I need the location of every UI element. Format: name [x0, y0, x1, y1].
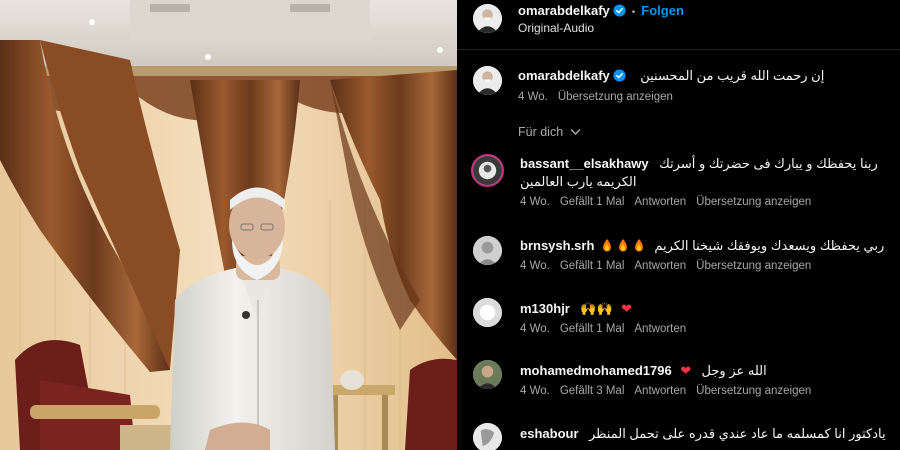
commenter-username[interactable]: brnsysh.srh — [520, 238, 594, 253]
translate-link[interactable]: Übersetzung anzeigen — [696, 385, 811, 397]
chevron-down-icon — [570, 128, 581, 136]
comment-time: 4 Wo. — [520, 260, 550, 272]
fire-emoji-icon — [618, 239, 627, 252]
audio-link[interactable]: Original-Audio — [518, 21, 594, 35]
caption-avatar[interactable] — [473, 66, 502, 95]
caption-translate-link[interactable]: Übersetzung anzeigen — [558, 91, 673, 103]
comment-likes[interactable]: Gefällt 1 Mal — [560, 260, 625, 272]
follow-button[interactable]: Folgen — [641, 3, 684, 18]
separator-dot: • — [631, 7, 636, 18]
video-frame-illustration — [0, 0, 457, 450]
comment-text: ربنا يحفظك و يبارك فى حضرتك و أسرتك — [659, 156, 878, 171]
raised-hands-emoji-icon: 🙌🙌 — [580, 301, 613, 316]
fire-emoji-icon — [634, 239, 643, 252]
verified-badge-icon — [613, 4, 626, 17]
comment-meta: 4 Wo. Gefällt 1 Mal Antworten Übersetzung a… — [520, 260, 821, 272]
comment-meta: 4 Wo. Gefällt 3 Mal Antworten Übersetzung a… — [520, 385, 821, 397]
translate-link[interactable]: Übersetzung anzeigen — [696, 260, 811, 272]
comment-text-continued: الكريمه يارب العالمين — [520, 174, 637, 189]
comment-likes[interactable]: Gefällt 3 Mal — [560, 385, 625, 397]
author-avatar[interactable] — [473, 4, 502, 33]
comments-panel: omarabdelkafy • Folgen Original-Audio omar… — [457, 0, 900, 450]
comment-time: 4 Wo. — [520, 385, 550, 397]
commenter-username[interactable]: bassant__elsakhawy — [520, 156, 649, 171]
comment-time: 4 Wo. — [520, 323, 550, 335]
commenter-avatar[interactable] — [471, 154, 504, 187]
commenter-username[interactable]: mohamedmohamed1796 — [520, 363, 672, 378]
commenter-username[interactable]: m130hjr — [520, 301, 570, 316]
commenter-avatar[interactable] — [473, 423, 502, 450]
verified-badge-icon — [613, 69, 626, 82]
reply-button[interactable]: Antworten — [634, 385, 686, 397]
caption-username[interactable]: omarabdelkafy — [518, 68, 610, 83]
commenter-avatar[interactable] — [473, 360, 502, 389]
comment-likes[interactable]: Gefällt 1 Mal — [560, 323, 625, 335]
reply-button[interactable]: Antworten — [634, 196, 686, 208]
comment-text: الله عز وجل — [701, 363, 767, 378]
red-heart-emoji-icon: ❤ — [680, 363, 692, 378]
red-heart-emoji-icon: ❤ — [621, 301, 633, 316]
post-header: omarabdelkafy • Folgen Original-Audio — [457, 0, 900, 50]
filter-label[interactable]: Für dich — [518, 125, 563, 139]
reel-video[interactable] — [0, 0, 457, 450]
caption-meta: 4 Wo. Übersetzung anzeigen — [518, 91, 683, 103]
commenter-avatar[interactable] — [473, 236, 502, 265]
comment-time: 4 Wo. — [520, 196, 550, 208]
comment-meta: 4 Wo. Gefällt 1 Mal Antworten — [520, 323, 696, 335]
caption-time: 4 Wo. — [518, 91, 548, 103]
comment-text: يادكتور انا كمسلمه ما عاد عندي قدره على … — [588, 426, 886, 441]
translate-link[interactable]: Übersetzung anzeigen — [696, 196, 811, 208]
commenter-avatar[interactable] — [473, 298, 502, 327]
caption-text: إن رحمت الله قريب من المحسنين — [640, 68, 825, 83]
comment-meta: 4 Wo. Gefällt 1 Mal Antworten Übersetzung a… — [520, 196, 821, 208]
reply-button[interactable]: Antworten — [634, 323, 686, 335]
comment-text: ربي يحفظك ويسعدك ويوفقك شيخنا الكريم — [654, 238, 885, 253]
fire-emoji-icon — [602, 239, 611, 252]
author-username[interactable]: omarabdelkafy — [518, 3, 610, 18]
comment-likes[interactable]: Gefällt 1 Mal — [560, 196, 625, 208]
reply-button[interactable]: Antworten — [634, 260, 686, 272]
commenter-username[interactable]: eshabour — [520, 426, 579, 441]
